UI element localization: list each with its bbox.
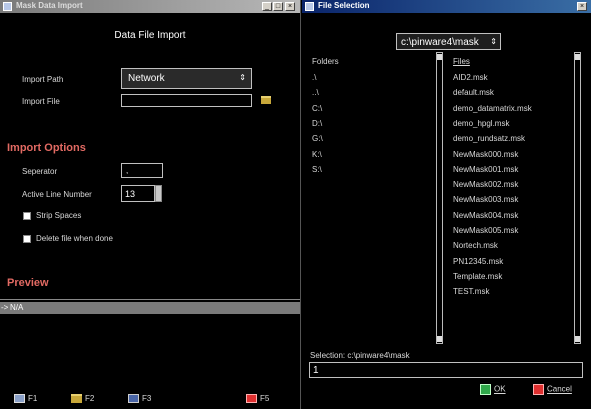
updown-icon: ⇕ (490, 37, 497, 46)
f5-button[interactable]: F5 (246, 394, 269, 406)
import-path-value: Network (128, 73, 165, 84)
mask-data-import-window: Mask Data Import _ □ × Data File Import … (0, 0, 301, 409)
file-list-item[interactable]: demo_rundsatz.msk (453, 134, 525, 143)
separator-label: Seperator (22, 167, 58, 176)
separator-input[interactable]: , (121, 163, 163, 178)
file-list-item[interactable]: demo_hpgl.msk (453, 119, 509, 128)
folder-list-item[interactable]: D:\ (312, 119, 322, 128)
folder-list-item[interactable]: ..\ (312, 88, 319, 97)
import-file-input[interactable] (121, 94, 252, 107)
folders-scrollbar[interactable] (436, 52, 443, 344)
file-list-item[interactable]: demo_datamatrix.msk (453, 104, 532, 113)
f2-label: F2 (85, 394, 95, 403)
f5-label: F5 (260, 394, 270, 403)
file-list-item[interactable]: default.msk (453, 88, 494, 97)
folder-list-item[interactable]: .\ (312, 73, 316, 82)
delete-file-label: Delete file when done (36, 234, 113, 243)
window-icon (3, 2, 12, 11)
folder-list-item[interactable]: C:\ (312, 104, 322, 113)
file-list-item[interactable]: AID2.msk (453, 73, 488, 82)
preview-divider (0, 299, 300, 300)
file-list-item[interactable]: PN12345.msk (453, 257, 503, 266)
save-disk-icon (128, 394, 139, 404)
file-list-item[interactable]: NewMask004.msk (453, 211, 518, 220)
ok-check-icon (480, 384, 491, 395)
file-list-item[interactable]: NewMask000.msk (453, 150, 518, 159)
active-line-label: Active Line Number (22, 190, 92, 199)
preview-arrow: -> (1, 303, 9, 312)
preview-text: N/A (10, 303, 24, 312)
cancel-button[interactable]: Cancel (533, 384, 572, 395)
left-title-bar[interactable]: Mask Data Import _ □ × (0, 0, 300, 13)
folder-list-item[interactable]: G:\ (312, 134, 323, 143)
files-header: Files (453, 57, 470, 66)
file-list-item[interactable]: NewMask002.msk (453, 180, 518, 189)
maximize-button[interactable]: □ (273, 2, 283, 11)
import-file-label: Import File (22, 97, 60, 106)
delete-file-checkbox[interactable] (23, 235, 31, 243)
selection-input[interactable]: 1 (309, 362, 583, 378)
right-window-title: File Selection (318, 1, 370, 10)
folder-open-icon (71, 394, 82, 404)
path-value: c:\pinware4\mask (401, 37, 479, 48)
f3-button[interactable]: F3 (128, 394, 151, 406)
file-list-item[interactable]: Template.msk (453, 272, 502, 281)
cancel-icon (246, 394, 257, 404)
file-list-item[interactable]: Nortech.msk (453, 241, 498, 250)
updown-icon: ⇕ (239, 73, 246, 82)
folders-header: Folders (312, 57, 339, 66)
import-path-label: Import Path (22, 75, 64, 84)
minimize-button[interactable]: _ (262, 2, 272, 11)
strip-spaces-checkbox[interactable] (23, 212, 31, 220)
close-button[interactable]: × (577, 2, 587, 11)
spinner-arrows-icon[interactable] (155, 185, 162, 202)
scroll-up-arrow-icon[interactable] (437, 54, 442, 60)
file-list-item[interactable]: NewMask003.msk (453, 195, 518, 204)
close-button[interactable]: × (285, 2, 295, 11)
folder-list-item[interactable]: S:\ (312, 165, 322, 174)
selection-value: 1 (313, 365, 319, 376)
scroll-up-arrow-icon[interactable] (575, 54, 580, 60)
page-title: Data File Import (114, 30, 186, 41)
strip-spaces-label: Strip Spaces (36, 211, 82, 220)
file-list-item[interactable]: NewMask001.msk (453, 165, 518, 174)
import-options-heading: Import Options (7, 142, 86, 154)
cancel-label: Cancel (547, 384, 572, 394)
path-select[interactable]: c:\pinware4\mask ⇕ (396, 33, 501, 50)
separator-value: , (126, 166, 129, 175)
cancel-icon (533, 384, 544, 395)
f1-button[interactable]: F1 (14, 394, 37, 406)
left-window-title: Mask Data Import (16, 1, 83, 10)
active-line-value: 13 (125, 189, 136, 199)
window-icon (305, 2, 314, 11)
files-scrollbar[interactable] (574, 52, 581, 344)
f1-label: F1 (28, 394, 38, 403)
ok-button[interactable]: OK (480, 384, 506, 395)
folder-open-icon[interactable] (261, 96, 271, 104)
keyboard-icon (14, 394, 25, 404)
active-line-spinbox[interactable]: 13 (121, 185, 155, 202)
import-path-select[interactable]: Network ⇕ (121, 68, 252, 89)
ok-label: OK (494, 384, 506, 394)
preview-heading: Preview (7, 277, 49, 289)
selection-label: Selection: c:\pinware4\mask (310, 351, 410, 360)
preview-row: -> N/A (0, 302, 300, 314)
f3-label: F3 (142, 394, 152, 403)
file-list-item[interactable]: TEST.msk (453, 287, 489, 296)
scroll-down-arrow-icon[interactable] (575, 336, 580, 342)
folder-list-item[interactable]: K:\ (312, 150, 322, 159)
scroll-down-arrow-icon[interactable] (437, 336, 442, 342)
file-list-item[interactable]: NewMask005.msk (453, 226, 518, 235)
f2-button[interactable]: F2 (71, 394, 94, 406)
file-selection-window: File Selection × c:\pinware4\mask ⇕ Fold… (302, 0, 591, 409)
right-title-bar[interactable]: File Selection × (302, 0, 591, 13)
